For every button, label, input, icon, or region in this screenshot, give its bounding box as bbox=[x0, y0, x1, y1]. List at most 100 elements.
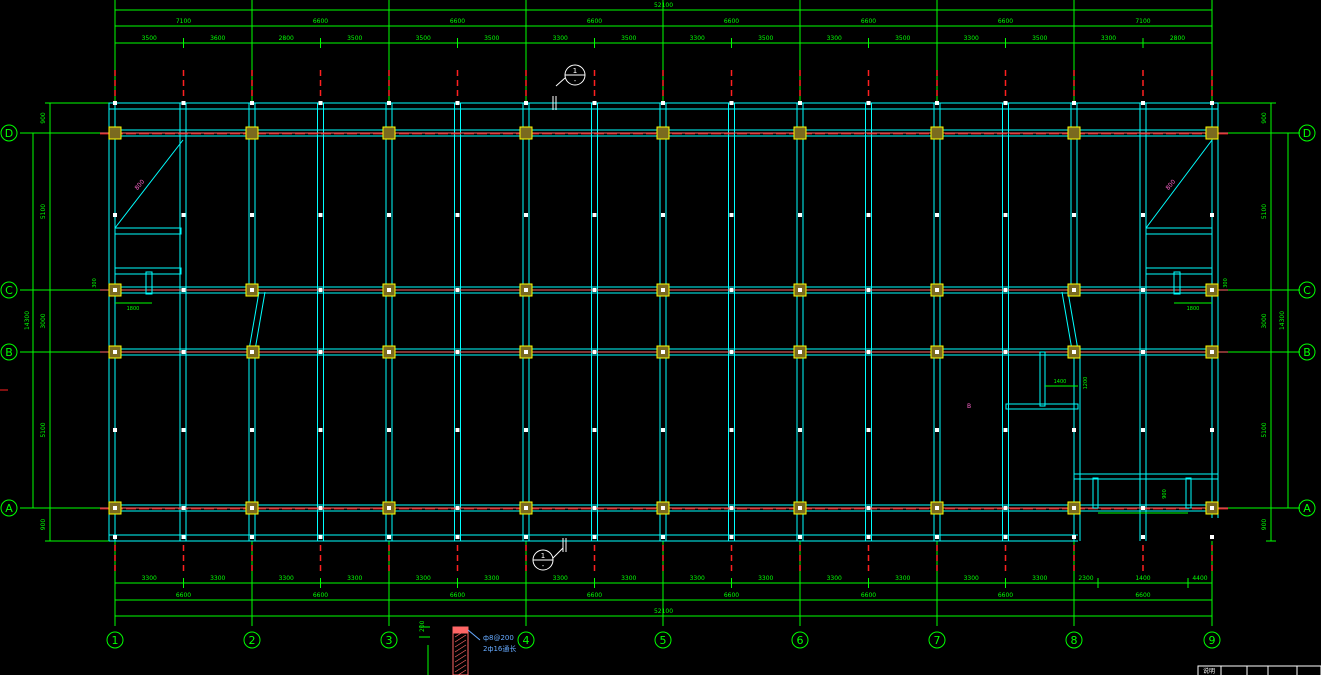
column bbox=[245, 126, 259, 140]
beam-node bbox=[592, 535, 597, 539]
top-total-dim-text: 52100 bbox=[654, 2, 673, 9]
stair-diagonal-right bbox=[1145, 139, 1213, 229]
top-dimension-chain: 52100 7100 6600 6600 6600 6600 6600 6600 7100 350… bbox=[114, 0, 1213, 103]
beam-node bbox=[866, 535, 871, 539]
beam-node bbox=[113, 428, 117, 432]
top-span-dim-text: 6600 bbox=[724, 18, 739, 25]
top-sub-dim-text: 3500 bbox=[347, 35, 362, 42]
beam-node bbox=[181, 535, 186, 539]
section-marks[interactable]: 1 - 1 - bbox=[532, 64, 586, 571]
top-sub-dim-text: 3500 bbox=[895, 35, 910, 42]
beam-node bbox=[1072, 428, 1076, 432]
beam-node bbox=[250, 101, 254, 105]
beam-node bbox=[592, 350, 597, 354]
small-label-right-bottom: 1800 bbox=[1187, 306, 1200, 312]
detail-dim-text: 200 bbox=[419, 620, 426, 632]
axis-bubble-x-text: 4 bbox=[523, 634, 530, 647]
stair-diagonal-left bbox=[114, 139, 184, 229]
bottom-span-dim-text: 6600 bbox=[176, 592, 191, 599]
bottom-sub-dim-text: 3300 bbox=[964, 575, 979, 582]
beam-node bbox=[318, 350, 323, 354]
beam-node bbox=[729, 213, 734, 217]
beam-node bbox=[1072, 101, 1076, 105]
section-mark-number: 1 bbox=[573, 67, 577, 75]
beam-node bbox=[318, 506, 323, 510]
right-span-dim-text: 900 bbox=[1261, 519, 1268, 531]
beam-node bbox=[250, 535, 254, 539]
column bbox=[793, 126, 807, 140]
beam-node bbox=[798, 213, 802, 217]
beam-node bbox=[318, 288, 323, 292]
beam-nodes bbox=[113, 101, 1214, 539]
bottom-sub-dim-text: 3300 bbox=[553, 575, 568, 582]
beam-node bbox=[798, 101, 802, 105]
top-sub-dim-text: 3300 bbox=[1101, 35, 1116, 42]
beam-node bbox=[866, 506, 871, 510]
column bbox=[1205, 126, 1219, 140]
top-sub-dim-text: 3300 bbox=[827, 35, 842, 42]
stair-landing-right bbox=[1145, 227, 1213, 235]
bottom-sub-dim-text: 3300 bbox=[210, 575, 225, 582]
beam-node bbox=[1003, 428, 1008, 432]
beam-node bbox=[1003, 101, 1008, 105]
small-label-left: 300 bbox=[92, 278, 98, 288]
cad-drawing-canvas[interactable]: 52100 7100 6600 6600 6600 6600 6600 6600 7100 350… bbox=[0, 0, 1321, 675]
section-mark-number: 1 bbox=[541, 552, 545, 560]
axis-bubble-y-left-text: A bbox=[5, 502, 13, 515]
section-mark-sheet: - bbox=[574, 77, 577, 85]
bottom-sub-dim-text: 3300 bbox=[758, 575, 773, 582]
center-mark-label: B bbox=[967, 403, 971, 410]
left-span-dim-text: 5100 bbox=[40, 204, 47, 219]
detail-top-slab bbox=[452, 626, 469, 634]
small-post-left bbox=[145, 271, 153, 295]
top-span-dim-text: 7100 bbox=[1135, 18, 1150, 25]
bottom-sub-dim-text: 3300 bbox=[347, 575, 362, 582]
top-sub-dim-text: 3300 bbox=[964, 35, 979, 42]
beam-node bbox=[592, 506, 597, 510]
beam-node bbox=[455, 428, 460, 432]
axis-bubble-x-text: 5 bbox=[660, 634, 667, 647]
bottom-span-dim-text: 6600 bbox=[450, 592, 465, 599]
beam-node bbox=[661, 288, 665, 292]
beam-node bbox=[455, 213, 460, 217]
beam-node bbox=[1003, 213, 1008, 217]
room-label-right-a: 1400 bbox=[1054, 379, 1067, 385]
beam-node bbox=[1141, 350, 1145, 354]
left-span-dim-text: 5100 bbox=[40, 422, 47, 437]
section-leader-top bbox=[555, 77, 566, 87]
beam-node bbox=[318, 213, 323, 217]
axis-bubble-y-right-text: C bbox=[1303, 284, 1311, 297]
slanted-beam bbox=[248, 291, 260, 351]
beam-node bbox=[1141, 288, 1145, 292]
beam-node bbox=[113, 506, 117, 510]
beam-node bbox=[1141, 101, 1145, 105]
axis-bubble-x-text: 7 bbox=[934, 634, 941, 647]
beam-node bbox=[1141, 428, 1145, 432]
beam-node bbox=[1210, 428, 1214, 432]
beam-layout bbox=[108, 102, 1219, 542]
beam-node bbox=[250, 213, 254, 217]
beam-node bbox=[661, 101, 665, 105]
beam-node bbox=[798, 535, 802, 539]
beam-node bbox=[250, 506, 254, 510]
bottom-span-dim-text: 6600 bbox=[587, 592, 602, 599]
beam-node bbox=[1141, 506, 1145, 510]
small-beam-right bbox=[1145, 267, 1213, 275]
beam-node bbox=[113, 213, 117, 217]
beam-node bbox=[181, 213, 186, 217]
beam-section-detail: 200 ф8@200 2ф16通长 bbox=[419, 620, 516, 675]
beam-node bbox=[1072, 535, 1076, 539]
top-span-dim-text: 6600 bbox=[450, 18, 465, 25]
axis-bubbles[interactable]: 1 2 3 4 5 6 7 8 9 D D C C B B A A bbox=[0, 124, 1316, 649]
column bbox=[1067, 126, 1081, 140]
beam-node bbox=[935, 101, 939, 105]
title-block-frame bbox=[1197, 665, 1321, 675]
beam-node bbox=[524, 506, 528, 510]
axis-bubble-y-right-text: D bbox=[1303, 127, 1311, 140]
top-sub-dim-text: 3500 bbox=[416, 35, 431, 42]
beam-node bbox=[798, 288, 802, 292]
bottom-span-dim-text: 6600 bbox=[313, 592, 328, 599]
right-span-dim-text: 3000 bbox=[1261, 313, 1268, 328]
top-span-dim-text: 7100 bbox=[176, 18, 191, 25]
beam-node bbox=[729, 428, 734, 432]
